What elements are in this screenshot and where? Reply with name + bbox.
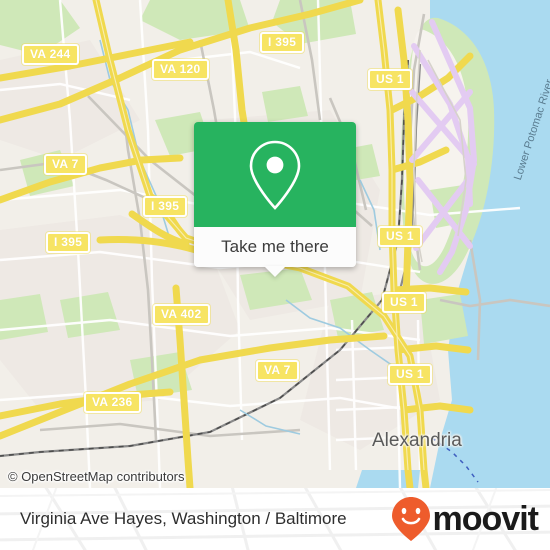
highway-shield-va-402[interactable]: VA 402 [153, 304, 210, 325]
moovit-wordmark: moovit [432, 500, 539, 538]
city-label-alexandria: Alexandria [372, 430, 462, 451]
highway-shield-i-395-n[interactable]: I 395 [260, 32, 305, 53]
highway-shield-us-1-ss[interactable]: US 1 [388, 364, 432, 385]
popup-footer[interactable]: Take me there [194, 227, 356, 277]
map-pin-icon [249, 140, 301, 210]
highway-shield-va-120[interactable]: VA 120 [152, 59, 209, 80]
popup-pointer-tail [264, 266, 286, 277]
moovit-location-card: VA 244 I 395 VA 120 US 1 VA 7 I 395 US 1… [0, 0, 550, 550]
highway-shield-i-395-c[interactable]: I 395 [143, 196, 188, 217]
moovit-brand[interactable]: moovit [391, 488, 539, 550]
map-attribution[interactable]: © OpenStreetMap contributors [8, 469, 185, 484]
highway-shield-va-244[interactable]: VA 244 [22, 44, 79, 65]
highway-shield-va-7-s[interactable]: VA 7 [256, 360, 299, 381]
map-canvas[interactable]: VA 244 I 395 VA 120 US 1 VA 7 I 395 US 1… [0, 0, 550, 488]
moovit-pin-smiley-icon [391, 497, 430, 541]
popup-header [194, 122, 356, 227]
highway-shield-us-1-s[interactable]: US 1 [382, 292, 426, 313]
footer-bar: Virginia Ave Hayes, Washington / Baltimo… [0, 488, 550, 550]
highway-shield-va-7-n[interactable]: VA 7 [44, 154, 87, 175]
highway-shield-va-236[interactable]: VA 236 [84, 392, 141, 413]
location-popup-card[interactable]: Take me there [194, 122, 356, 277]
location-title: Virginia Ave Hayes, Washington / Baltimo… [20, 509, 347, 528]
highway-shield-i-395-w[interactable]: I 395 [46, 232, 91, 253]
highway-shield-us-1-c[interactable]: US 1 [378, 226, 422, 247]
highway-shield-us-1-n[interactable]: US 1 [368, 69, 412, 90]
take-me-there-label: Take me there [221, 237, 329, 256]
